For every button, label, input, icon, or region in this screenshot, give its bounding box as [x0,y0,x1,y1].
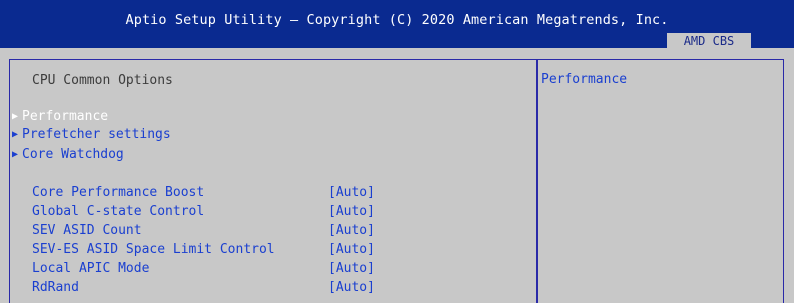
triangle-right-icon: ▶ [12,149,19,160]
setting-sev-asid-count[interactable]: SEV ASID Count [Auto] [10,222,536,240]
section-heading: CPU Common Options [32,73,173,88]
setting-label: SEV-ES ASID Space Limit Control [32,242,275,257]
setting-global-c-state-control[interactable]: Global C-state Control [Auto] [10,203,536,221]
bios-setup-screen: Aptio Setup Utility – Copyright (C) 2020… [0,0,794,303]
submenu-prefetcher-settings[interactable]: ▶ Prefetcher settings [10,126,536,144]
setting-value[interactable]: [Auto] [328,222,375,240]
help-text: Performance [541,72,628,87]
setting-value[interactable]: [Auto] [328,203,375,221]
tab-amd-cbs[interactable]: AMD CBS [667,33,751,49]
settings-panel: CPU Common Options ▶ Performance ▶ Prefe… [9,59,538,303]
title-bar: Aptio Setup Utility – Copyright (C) 2020… [0,0,794,49]
setting-core-performance-boost[interactable]: Core Performance Boost [Auto] [10,184,536,202]
triangle-right-icon: ▶ [12,129,19,140]
submenu-performance[interactable]: ▶ Performance [10,108,536,126]
setting-label: RdRand [32,280,79,295]
help-panel: Performance [536,59,784,303]
setting-label: Core Performance Boost [32,185,205,200]
setting-label: Local APIC Mode [32,261,150,276]
setting-value[interactable]: [Auto] [328,279,375,297]
setting-value[interactable]: [Auto] [328,184,375,202]
setting-label: SEV ASID Count [32,223,142,238]
setting-sev-es-asid-space-limit-control[interactable]: SEV-ES ASID Space Limit Control [Auto] [10,241,536,259]
submenu-label: Prefetcher settings [22,127,171,142]
setting-value[interactable]: [Auto] [328,241,375,259]
submenu-label: Core Watchdog [22,147,124,162]
submenu-core-watchdog[interactable]: ▶ Core Watchdog [10,146,536,164]
window-title: Aptio Setup Utility – Copyright (C) 2020… [125,12,669,28]
setting-label: Global C-state Control [32,204,205,219]
setting-local-apic-mode[interactable]: Local APIC Mode [Auto] [10,260,536,278]
triangle-right-icon: ▶ [12,111,19,122]
setting-rdrand[interactable]: RdRand [Auto] [10,279,536,297]
submenu-label: Performance [22,109,109,124]
setting-value[interactable]: [Auto] [328,260,375,278]
